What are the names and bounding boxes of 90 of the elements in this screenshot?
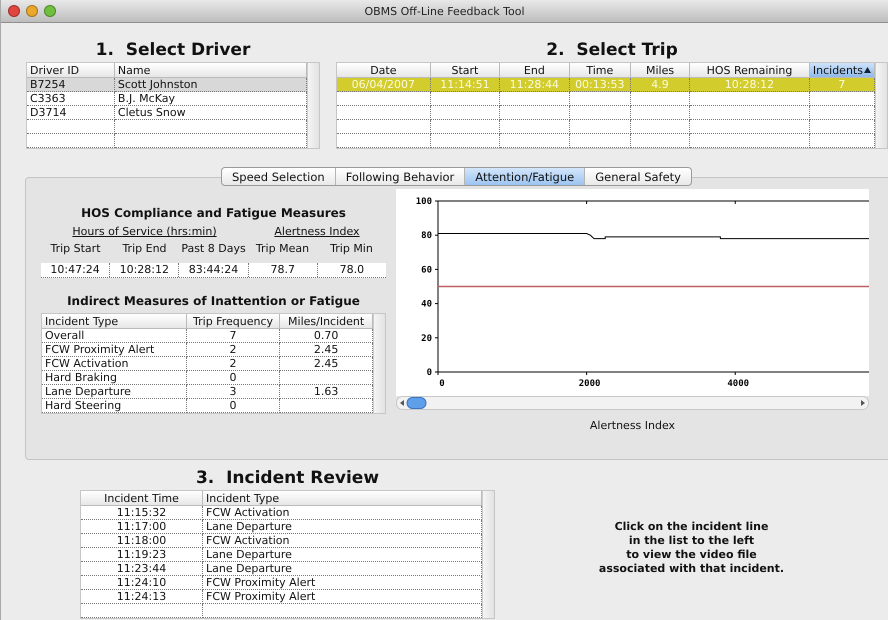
table-cell[interactable]: D3714 [27, 106, 114, 120]
table-cell[interactable]: C3363 [27, 92, 114, 106]
x-tick-label: 2000 [578, 379, 600, 389]
column-header[interactable]: Date [337, 63, 430, 78]
x-tick-label: 0 [439, 379, 445, 389]
table-cell[interactable]: 11:17:00 [81, 520, 202, 534]
table-cell[interactable]: 11:15:32 [81, 506, 202, 520]
column-label: Past 8 Days [180, 242, 247, 255]
table-cell: Lane Departure [42, 384, 186, 398]
table-cell: 0 [186, 398, 280, 412]
column-header[interactable]: Incidents [809, 63, 874, 78]
sort-arrow-icon [864, 67, 871, 74]
close-button[interactable] [8, 5, 20, 17]
scrollbar[interactable] [373, 314, 385, 413]
column-header[interactable]: Trip Frequency [186, 314, 280, 328]
minimize-button[interactable] [26, 5, 38, 17]
table-cell[interactable]: 11:23:44 [81, 562, 202, 576]
y-tick-label: 40 [421, 300, 432, 310]
table-cell[interactable]: B.J. McKay [114, 92, 306, 106]
table-cell[interactable]: Lane Departure [202, 548, 482, 562]
panel-heading: Indirect Measures of Inattention or Fatigue [67, 294, 360, 308]
panel-heading: HOS Compliance and Fatigue Measures [81, 206, 346, 220]
value-cell: 83:44:24 [179, 263, 249, 277]
table-cell[interactable]: B7254 [27, 78, 114, 92]
column-header[interactable]: Incident Type [42, 314, 186, 328]
section-heading: 2. Select Trip [546, 39, 678, 62]
column-header[interactable]: Time [569, 63, 630, 78]
tab[interactable]: Attention/Fatigue [465, 168, 586, 185]
x-tick-label: 4000 [727, 379, 750, 389]
table-cell[interactable]: 11:18:00 [81, 534, 202, 548]
column-label: Trip Min [329, 242, 374, 255]
table-cell[interactable]: FCW Proximity Alert [202, 576, 482, 590]
tab[interactable]: General Safety [585, 168, 691, 185]
table-cell: 7 [186, 328, 280, 342]
column-label: Trip End [121, 242, 168, 255]
scrollbar[interactable] [482, 491, 494, 618]
value-cell-text: 78.0 [338, 263, 366, 277]
column-label: Trip Start [49, 242, 102, 255]
y-tick-label: 60 [421, 265, 432, 276]
table-cell: 2.45 [280, 342, 372, 356]
table-cell: FCW Activation [42, 356, 186, 370]
column-header[interactable]: Name [114, 63, 306, 78]
zoom-button[interactable] [44, 5, 56, 17]
y-tick-label: 20 [421, 334, 432, 344]
table-cell: 2 [186, 342, 280, 356]
group-label: Alertness Index [273, 225, 361, 238]
table-cell: Hard Steering [42, 398, 186, 412]
y-tick-label: 100 [416, 197, 432, 207]
table-cell: 2.45 [280, 356, 372, 370]
table-cell: Hard Braking [42, 370, 186, 384]
column-header[interactable]: Driver ID [27, 63, 114, 78]
table-cell: Overall [42, 328, 186, 342]
y-tick-label: 80 [421, 231, 432, 242]
table-cell[interactable]: 11:24:10 [81, 576, 202, 590]
table-cell[interactable]: FCW Activation [202, 534, 482, 548]
table-cell: 2 [186, 356, 280, 370]
window-title: OBMS Off-Line Feedback Tool [364, 4, 525, 18]
table-cell: 1.63 [280, 384, 372, 398]
table-cell[interactable]: 11:19:23 [81, 548, 202, 562]
table-cell[interactable]: Cletus Snow [114, 106, 306, 120]
table-cell[interactable]: Lane Departure [202, 562, 482, 576]
scrollbar[interactable] [307, 63, 319, 148]
table-cell: 3 [186, 384, 280, 398]
column-label: Trip Mean [254, 242, 310, 255]
table-cell[interactable]: Lane Departure [202, 520, 482, 534]
column-header[interactable]: Start [430, 63, 500, 78]
instruction-text: Click on the incident line in the list to the left to view the video file associated with that incident. [598, 520, 784, 576]
value-cell: 10:47:24 [41, 263, 110, 277]
column-header[interactable]: Miles [630, 63, 690, 78]
value-cell: 78.7 [248, 263, 318, 277]
column-header[interactable]: Incident Type [202, 491, 482, 506]
column-header[interactable]: Incident Time [81, 491, 202, 506]
column-header[interactable]: Miles/Incident [280, 314, 372, 328]
group-label: Hours of Service (hrs:min) [71, 225, 218, 238]
section-heading: 3. Incident Review [196, 467, 380, 490]
section-heading: 1. Select Driver [96, 39, 250, 62]
column-header[interactable]: HOS Remaining [690, 63, 810, 78]
table-cell[interactable]: FCW Activation [202, 506, 482, 520]
y-tick-label: 0 [426, 368, 432, 378]
table-cell: 0.70 [280, 328, 372, 342]
value-cell: 10:28:12 [110, 263, 180, 277]
table-cell: 0 [186, 370, 280, 384]
table-cell: FCW Proximity Alert [42, 342, 186, 356]
horizontal-scrollbar[interactable] [396, 396, 869, 410]
table-cell[interactable]: FCW Proximity Alert [202, 590, 482, 604]
column-header[interactable]: End [500, 63, 570, 78]
table-cell[interactable]: 11:24:13 [81, 590, 202, 604]
table-cell[interactable]: Scott Johnston [114, 78, 306, 92]
chart-caption: Alertness Index [590, 419, 676, 432]
scrollbar[interactable] [875, 63, 887, 148]
